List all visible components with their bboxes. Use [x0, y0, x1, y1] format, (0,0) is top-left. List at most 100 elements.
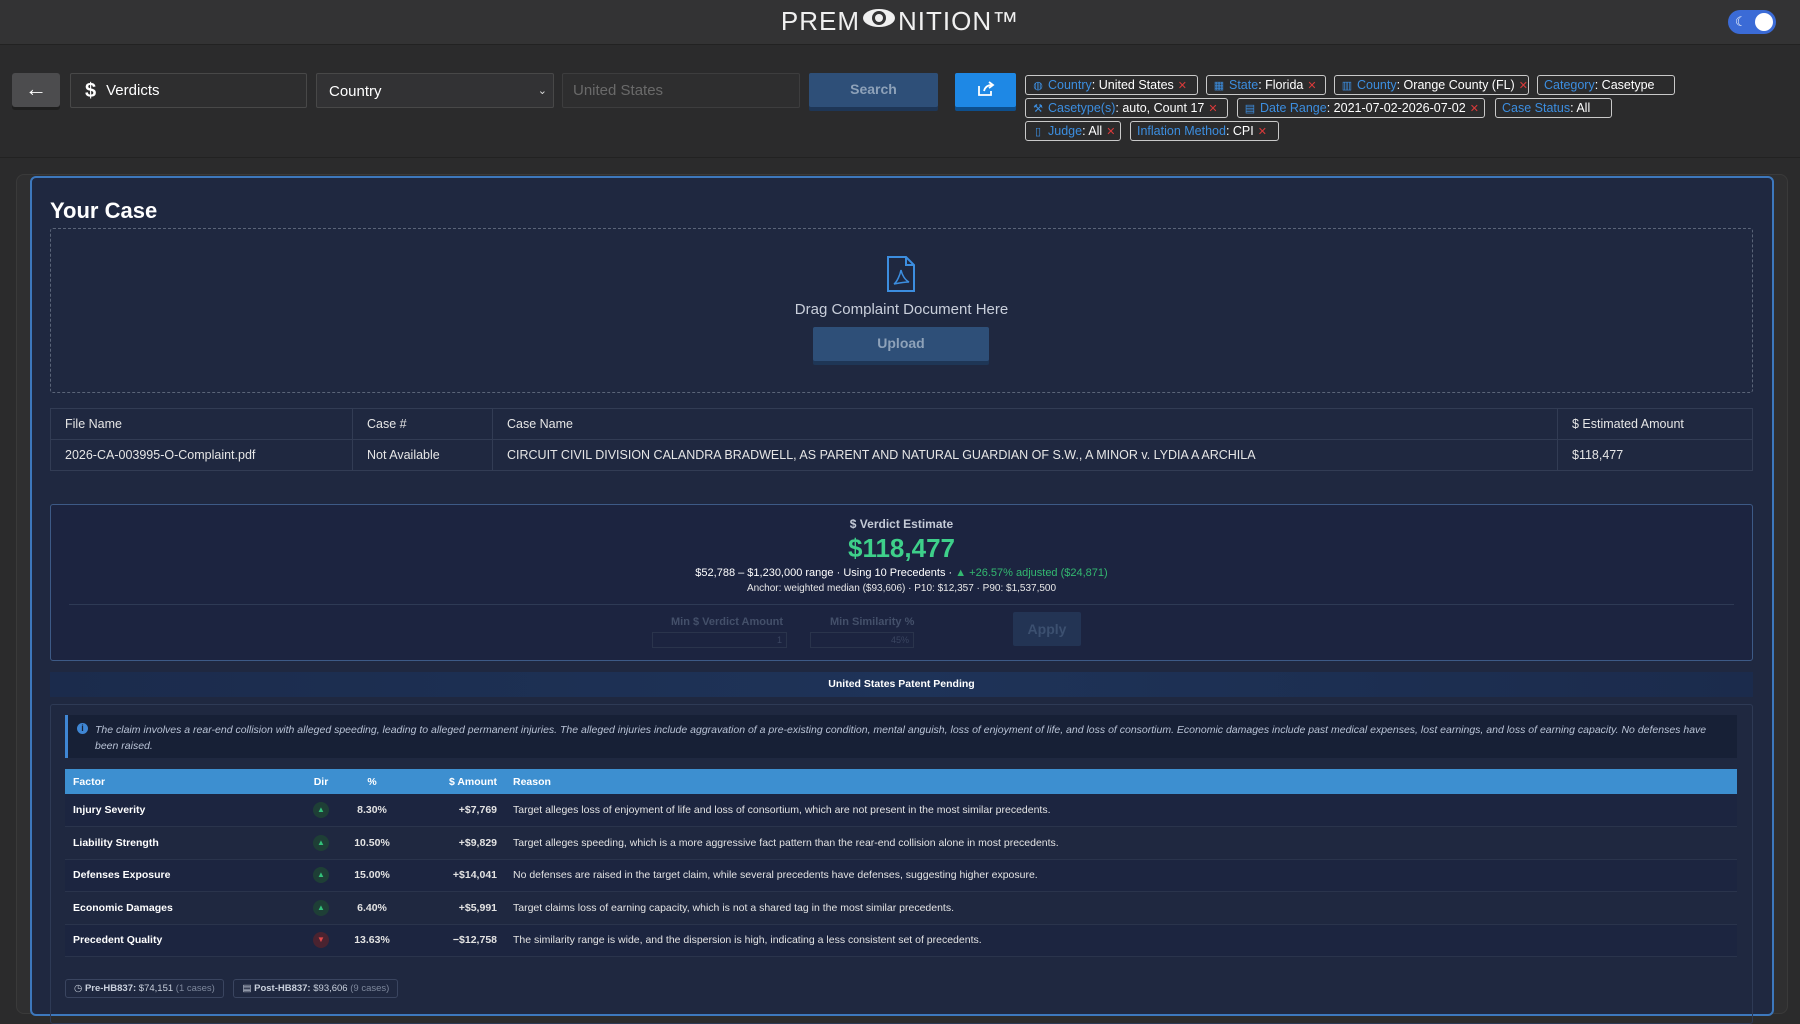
arrow-up-icon: ▲ [313, 899, 329, 916]
arrow-up-icon: ▲ [313, 802, 329, 818]
chip-category[interactable]: Category: Casetype [1537, 75, 1675, 95]
table-row[interactable]: Economic Damages ▲ 6.40% +$5,991 Target … [65, 891, 1737, 925]
share-button[interactable] [955, 73, 1016, 107]
upload-button[interactable]: Upload [813, 327, 989, 361]
factor-reason: No defenses are raised in the target cla… [505, 859, 1737, 892]
chip-state[interactable]: ▦ State: Florida ✕ [1206, 75, 1326, 95]
apply-button[interactable]: Apply [1013, 612, 1081, 646]
estimate-summary: $52,788 – $1,230,000 range · Using 10 Pr… [695, 567, 1108, 579]
hb837-badges: ◷ Pre-HB837: $74,151 (1 cases) ▤ Post-HB… [65, 979, 404, 998]
arrow-down-icon: ▼ [313, 932, 329, 949]
remove-icon[interactable]: ✕ [1106, 126, 1115, 138]
share-icon [978, 81, 995, 96]
factor-amount: +$14,041 [403, 859, 505, 892]
factor-percent: 10.50% [341, 826, 403, 860]
chip-casetypes[interactable]: ⚒ Casetype(s): auto, Count 17 ✕ [1025, 98, 1228, 118]
column-header: Case Name [492, 408, 1558, 440]
min-amount-label: Min $ Verdict Amount [671, 616, 784, 628]
back-button[interactable]: ← [12, 73, 60, 107]
page-title: Your Case [50, 198, 158, 223]
drop-zone-text: Drag Complaint Document Here [794, 301, 1009, 318]
dark-mode-toggle[interactable]: ☾ [1728, 10, 1776, 34]
gavel-icon: ⚒ [1033, 103, 1043, 115]
app-logo[interactable]: PREM NITION™ [0, 6, 1800, 37]
factor-percent: 8.30% [341, 794, 403, 827]
remove-icon[interactable]: ✕ [1258, 126, 1267, 138]
column-header: Dir [301, 769, 341, 794]
chevron-down-icon: ⌄ [537, 85, 547, 97]
table-row[interactable]: Injury Severity ▲ 8.30% +$7,769 Target a… [65, 794, 1737, 827]
country-input[interactable]: United States [562, 73, 800, 108]
case-name-cell: CIRCUIT CIVIL DIVISION CALANDRA BRADWELL… [492, 439, 1558, 471]
factor-name: Defenses Exposure [65, 859, 301, 892]
factor-percent: 13.63% [341, 924, 403, 957]
pre-hb837-badge: ◷ Pre-HB837: $74,151 (1 cases) [65, 979, 224, 998]
file-table: File Name Case # Case Name $ Estimated A… [50, 408, 1753, 471]
remove-icon[interactable]: ✕ [1307, 80, 1316, 92]
patent-banner: United States Patent Pending [50, 672, 1753, 697]
document-drop-zone[interactable]: Drag Complaint Document Here Upload [50, 228, 1753, 393]
calendar-icon: ▤ [242, 983, 252, 994]
remove-icon[interactable]: ✕ [1470, 103, 1479, 115]
min-similarity-label: Min Similarity % [830, 616, 915, 628]
factor-amount: +$5,991 [403, 891, 505, 925]
country-select[interactable]: Country ⌄ [316, 73, 554, 108]
file-name-cell: 2026-CA-003995-O-Complaint.pdf [50, 439, 353, 471]
table-row[interactable]: Defenses Exposure ▲ 15.00% +$14,041 No d… [65, 859, 1737, 892]
factor-amount: −$12,758 [403, 924, 505, 957]
chip-county[interactable]: ▥ County: Orange County (FL) ✕ [1334, 75, 1529, 95]
chip-date-range[interactable]: ▤ Date Range: 2021-07-02-2026-07-02 ✕ [1237, 98, 1485, 118]
table-row[interactable]: Liability Strength ▲ 10.50% +$9,829 Targ… [65, 826, 1737, 860]
dollar-icon: $ [85, 80, 97, 102]
claim-summary: i The claim involves a rear-end collisio… [65, 715, 1737, 758]
factor-table: Factor Dir % $ Amount Reason Injury Seve… [65, 769, 1737, 957]
min-similarity-input[interactable]: 45% [810, 632, 914, 648]
column-header: $ Estimated Amount [1557, 408, 1753, 440]
factor-reason: Target alleges speeding, which is a more… [505, 826, 1737, 860]
search-button[interactable]: Search [809, 73, 938, 107]
arrow-left-icon: ← [25, 76, 47, 101]
table-row[interactable]: 2026-CA-003995-O-Complaint.pdf Not Avail… [50, 439, 1753, 471]
chip-country[interactable]: ◍ Country: United States ✕ [1025, 75, 1198, 95]
building-icon: ▥ [1341, 80, 1353, 92]
chip-judge[interactable]: ▯ Judge: All ✕ [1025, 121, 1121, 141]
column-header: Case # [352, 408, 493, 440]
column-header: Reason [505, 769, 1737, 794]
column-header: File Name [50, 408, 353, 440]
chip-case-status[interactable]: Case Status: All [1495, 98, 1612, 118]
min-amount-input[interactable]: 1 [652, 632, 787, 648]
clock-icon: ◷ [74, 983, 83, 994]
moon-icon: ☾ [1735, 14, 1747, 29]
toggle-knob [1755, 13, 1773, 31]
factor-percent: 6.40% [341, 891, 403, 925]
estimated-amount-cell: $118,477 [1557, 439, 1753, 471]
calendar-icon: ▤ [1244, 103, 1256, 115]
factor-name: Economic Damages [65, 891, 301, 925]
factor-reason: The similarity range is wide, and the di… [505, 924, 1737, 957]
column-header: Factor [65, 769, 301, 794]
table-row[interactable]: Precedent Quality ▼ 13.63% −$12,758 The … [65, 924, 1737, 957]
remove-icon[interactable]: ✕ [1208, 103, 1217, 115]
factor-reason: Target alleges loss of enjoyment of life… [505, 794, 1737, 827]
verdicts-selector[interactable]: $ Verdicts [70, 73, 307, 108]
estimate-anchor: Anchor: weighted median ($93,606) · P10:… [746, 583, 1057, 594]
post-hb837-badge: ▤ Post-HB837: $93,606 (9 cases) [233, 979, 399, 998]
divider [69, 604, 1734, 605]
globe-icon: ◍ [1033, 80, 1043, 92]
factor-name: Liability Strength [65, 826, 301, 860]
case-number-cell: Not Available [352, 439, 493, 471]
remove-icon[interactable]: ✕ [1519, 80, 1528, 92]
arrow-up-icon: ▲ [313, 867, 329, 884]
search-toolbar: ← $ Verdicts Country ⌄ United States Searc… [0, 45, 1800, 158]
chip-inflation-method[interactable]: Inflation Method: CPI ✕ [1130, 121, 1279, 141]
top-bar: PREM NITION™ ☾ [0, 0, 1800, 45]
map-icon: ▦ [1213, 80, 1225, 92]
factor-name: Injury Severity [65, 794, 301, 827]
factor-reason: Target claims loss of earning capacity, … [505, 891, 1737, 925]
factor-name: Precedent Quality [65, 924, 301, 957]
pdf-file-icon [887, 256, 915, 292]
verdict-estimate-card: $ Verdict Estimate $118,477 $52,788 – $1… [50, 504, 1753, 661]
column-header: % [341, 769, 403, 794]
remove-icon[interactable]: ✕ [1178, 80, 1187, 92]
info-icon: i [77, 723, 88, 734]
